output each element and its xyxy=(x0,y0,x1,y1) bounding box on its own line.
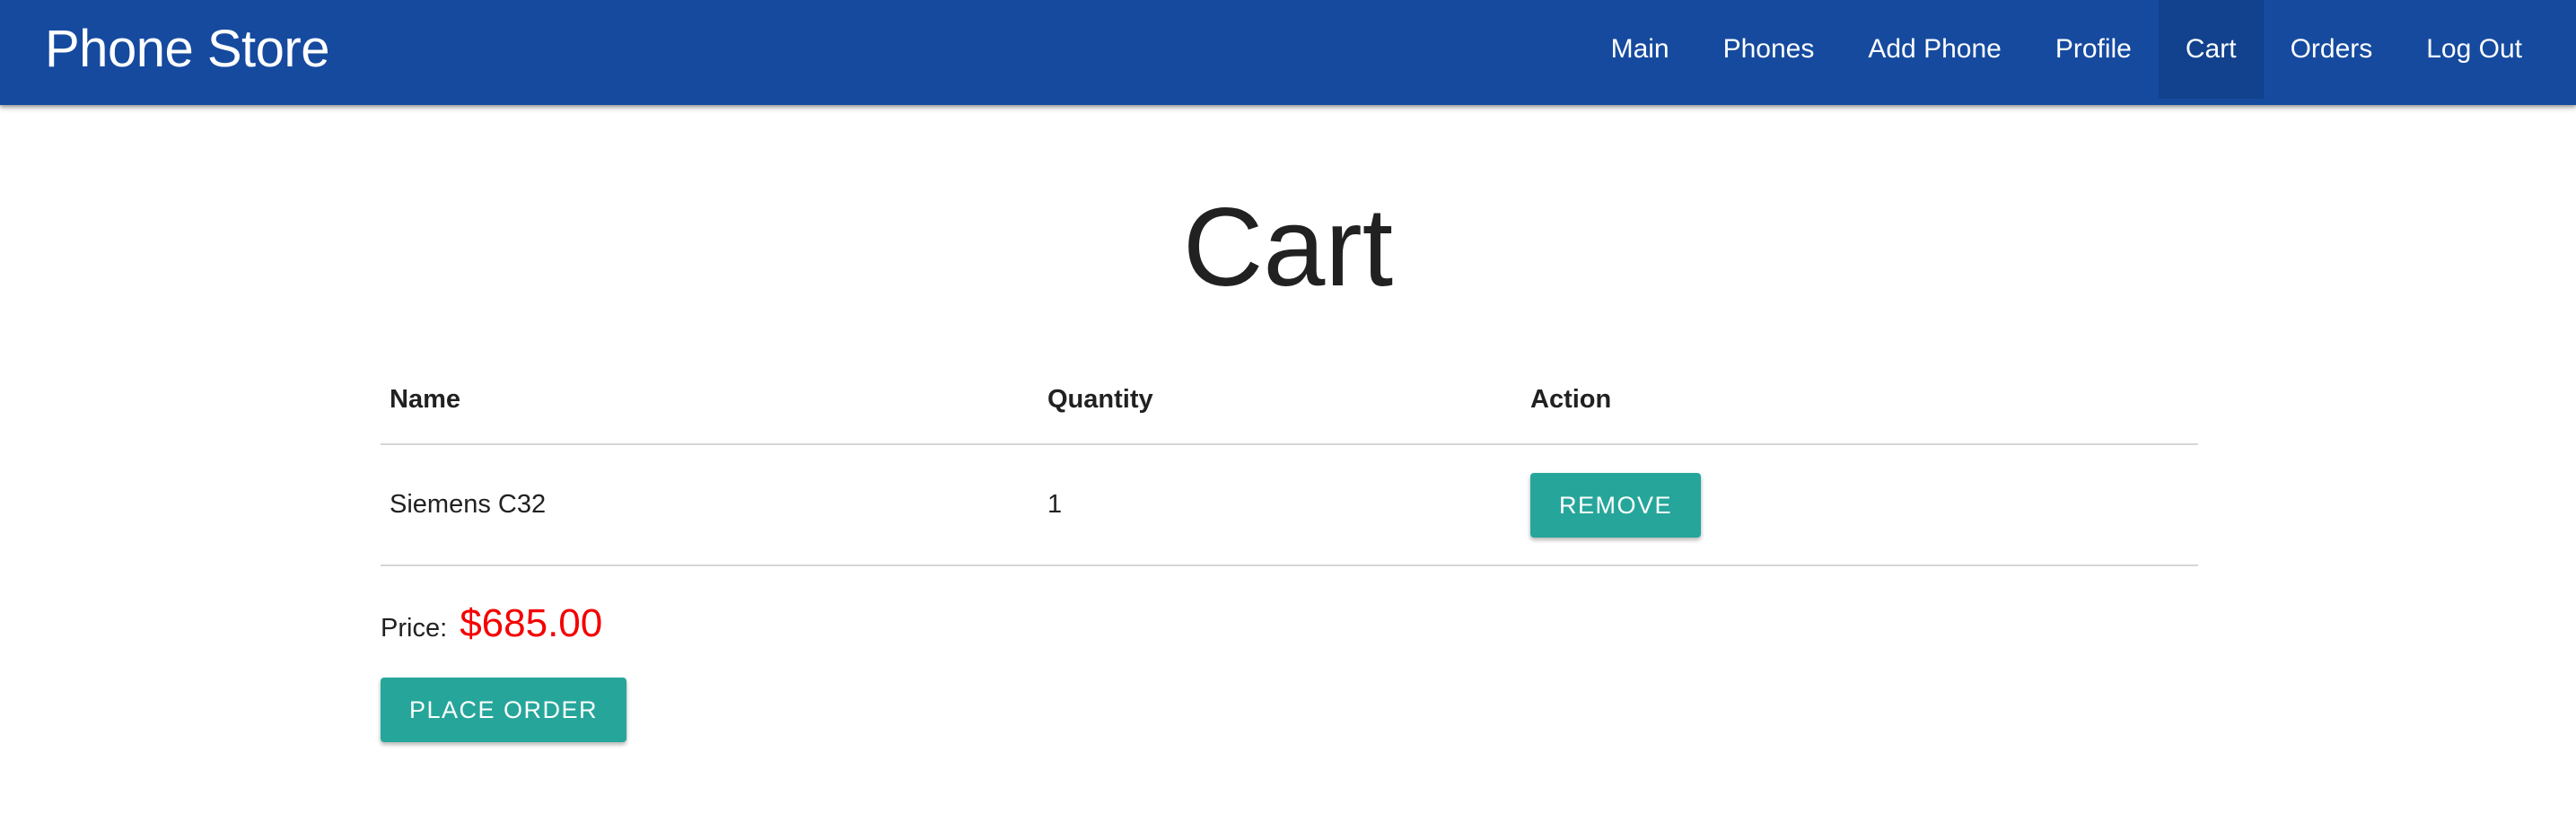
nav-item-phones[interactable]: Phones xyxy=(1696,0,1842,99)
nav-item-cart[interactable]: Cart xyxy=(2158,0,2264,99)
cart-table-head: Name Quantity Action xyxy=(381,355,2198,445)
cart-table-body: Siemens C32 1 REMOVE xyxy=(381,444,2198,566)
cart-table: Name Quantity Action Siemens C32 1 REMOV… xyxy=(381,355,2198,566)
table-header-row: Name Quantity Action xyxy=(381,355,2198,445)
top-navbar: Phone Store Main Phones Add Phone Profil… xyxy=(0,0,2576,105)
cell-product-name: Siemens C32 xyxy=(381,444,1038,566)
nav-item-add-phone[interactable]: Add Phone xyxy=(1841,0,2028,99)
price-summary: Price: $685.00 xyxy=(381,592,602,655)
remove-button[interactable]: REMOVE xyxy=(1530,472,1702,538)
column-header-name: Name xyxy=(381,355,1038,445)
column-header-action: Action xyxy=(1521,355,2198,445)
price-value: $685.00 xyxy=(460,601,603,645)
cell-quantity: 1 xyxy=(1038,444,1521,566)
cell-action: REMOVE xyxy=(1521,444,2198,566)
nav-item-profile[interactable]: Profile xyxy=(2028,0,2159,99)
price-label: Price: xyxy=(381,614,448,643)
column-header-quantity: Quantity xyxy=(1038,355,1521,445)
place-order-button[interactable]: PLACE ORDER xyxy=(381,678,627,742)
brand-logo-link[interactable]: Phone Store xyxy=(45,0,329,99)
nav-item-main[interactable]: Main xyxy=(1584,0,1696,99)
nav-item-log-out[interactable]: Log Out xyxy=(2399,0,2549,99)
page-title: Cart xyxy=(1182,186,1394,310)
nav-links: Main Phones Add Phone Profile Cart Order… xyxy=(1584,0,2576,105)
nav-item-orders[interactable]: Orders xyxy=(2264,0,2400,99)
table-row: Siemens C32 1 REMOVE xyxy=(381,444,2198,566)
